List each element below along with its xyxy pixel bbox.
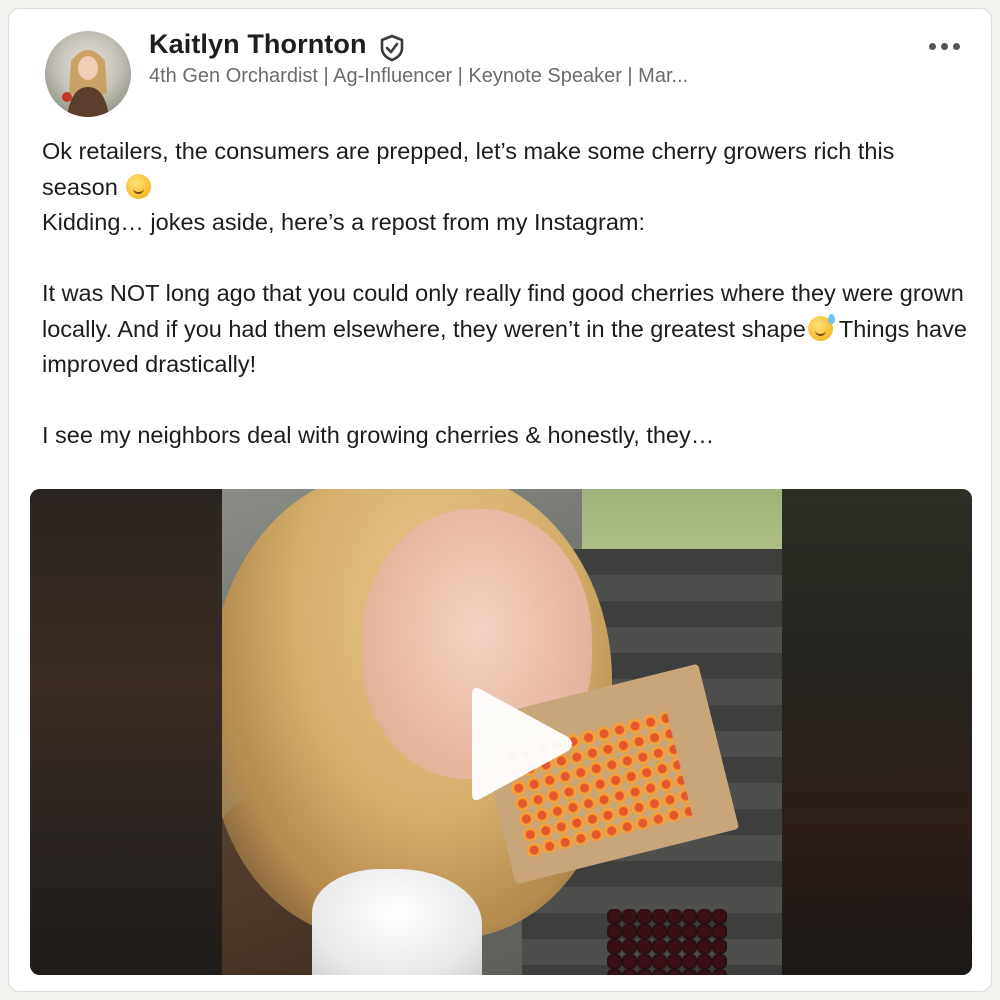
- post-line: Ok retailers, the consumers are prepped,…: [42, 134, 972, 205]
- post-card: Kaitlyn Thornton 4th Gen Orchardist | Ag…: [8, 8, 992, 992]
- post-line: I see my neighbors deal with growing che…: [42, 418, 972, 454]
- post-body: Ok retailers, the consumers are prepped,…: [42, 134, 972, 454]
- avatar-photo: [62, 50, 109, 117]
- video-backdrop-right: [782, 489, 972, 975]
- more-options-icon: [940, 42, 948, 50]
- video-backdrop-left: [30, 489, 222, 975]
- post-line: It was NOT long ago that you could only …: [42, 276, 972, 383]
- author-headline: 4th Gen Orchardist | Ag-Influencer | Key…: [149, 65, 689, 87]
- video-player[interactable]: [30, 489, 972, 975]
- post-line: Kidding… jokes aside, here’s a repost fr…: [42, 205, 972, 241]
- post-text-segment: Ok retailers, the consumers are prepped,…: [42, 138, 895, 200]
- more-options-icon: [928, 42, 936, 50]
- smirking-face-emoji: [126, 173, 152, 199]
- thumbnail-dark-cherries: [607, 909, 727, 975]
- avatar[interactable]: [45, 31, 131, 117]
- post-text-segment[interactable]: I see my neighbors deal with growing che…: [42, 422, 714, 448]
- more-options-button[interactable]: [919, 31, 969, 61]
- more-options-icon: [952, 42, 960, 50]
- author-name[interactable]: Kaitlyn Thornton: [149, 29, 367, 60]
- post-text-segment: Kidding… jokes aside, here’s a repost fr…: [42, 209, 646, 235]
- shield-check-icon: [380, 34, 404, 62]
- thumbnail-paper: [312, 869, 482, 975]
- grinning-sweat-emoji: [807, 313, 835, 341]
- play-icon[interactable]: [460, 679, 580, 809]
